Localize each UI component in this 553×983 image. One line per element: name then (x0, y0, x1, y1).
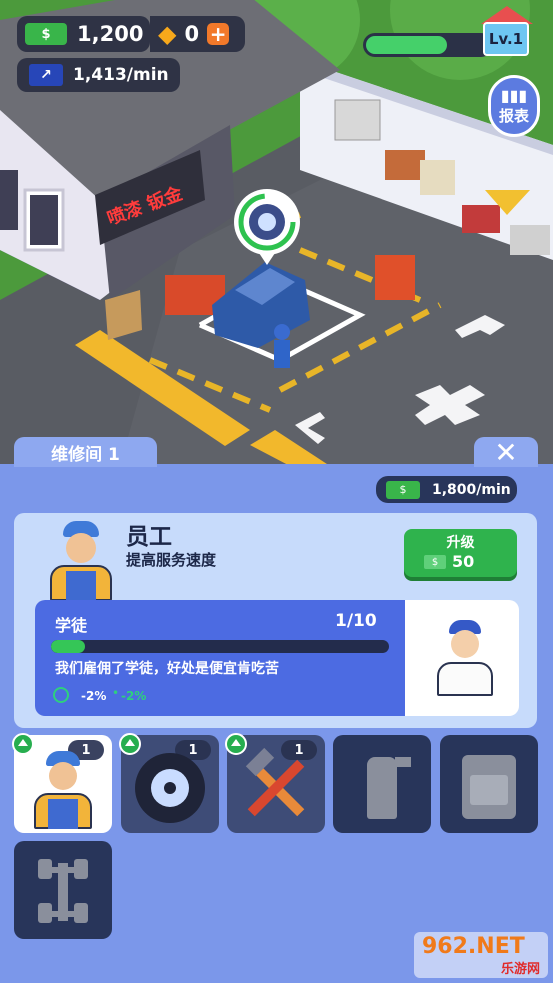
spray-can-icon (367, 757, 397, 819)
income-rate-value: 1,413/min (73, 65, 169, 85)
level-badge[interactable]: Lv.1 (477, 6, 535, 58)
close-icon: ✕ (494, 435, 518, 469)
stat-cost: -2% (121, 689, 147, 703)
stat-speed: -2% (81, 689, 107, 703)
mechanic-character (274, 324, 290, 368)
bay-income-value: 1,800/min (432, 481, 511, 498)
category-title: 员工 (126, 524, 172, 550)
level-label: Lv.1 (488, 30, 524, 48)
stat-bullet-icon: • (112, 686, 120, 700)
slot-oil-can[interactable] (440, 735, 538, 833)
gem-icon: ◆ (158, 20, 177, 48)
level-progress-fill (366, 36, 447, 54)
category-card: 员工 提高服务速度 升级 $ 50 学徒 1/10 我们雇佣了学徒，好处是便宜肯… (14, 513, 537, 728)
tab-repair-bay[interactable]: 维修间 1 (14, 437, 157, 467)
tab-title: 维修间 1 (51, 444, 120, 465)
chassis-icon (38, 855, 88, 927)
tire-icon (135, 753, 205, 823)
trend-chart-icon: ↗ (29, 64, 63, 86)
report-button[interactable]: ▮▮▮ 报表 (488, 75, 540, 137)
cash-icon: $ (386, 480, 420, 499)
upgrade-button[interactable]: 升级 $ 50 (404, 529, 517, 577)
watermark-caption: 乐游网 (500, 962, 540, 977)
upgrade-cost: 50 (452, 552, 475, 571)
slot-worker[interactable]: 1 (12, 733, 112, 833)
worker-progress-text: 1/10 (335, 611, 377, 631)
worker-detail-card: 学徒 1/10 我们雇佣了学徒，好处是便宜肯吃苦 -2% • -2% (35, 600, 519, 716)
cash-value: 1,200 (77, 22, 144, 46)
category-subtitle: 提高服务速度 (126, 551, 217, 569)
oil-can-icon (462, 755, 516, 819)
income-display: ↗ 1,413/min (17, 58, 180, 92)
worker-avatar (46, 521, 116, 601)
garage-scene[interactable]: 喷漆 钣金 $ 1,200 ◆ 0 + ↗ 1,413/min Lv.1 ▮▮▮… (0, 0, 553, 466)
worker-progress-fill (51, 640, 85, 653)
apprentice-portrait (435, 620, 495, 696)
upgrade-available-icon (12, 733, 34, 755)
gem-value: 0 (184, 22, 200, 46)
slot-spray-can[interactable] (333, 735, 431, 833)
upgrade-available-icon (119, 733, 141, 755)
worker-rank: 学徒 (55, 616, 88, 635)
watermark-site: 962.NET (422, 934, 525, 959)
watermark-logo: 962.NET 乐游网 (414, 932, 548, 978)
worker-description: 我们雇佣了学徒，好处是便宜肯吃苦 (55, 661, 279, 677)
slot-chassis[interactable] (14, 841, 112, 939)
hammer-wrench-icon (241, 747, 311, 823)
clock-icon (53, 687, 69, 703)
bar-chart-icon: ▮▮▮ (500, 86, 528, 105)
cash-icon: $ (424, 555, 446, 569)
cash-icon: $ (25, 23, 67, 45)
slot-tire[interactable]: 1 (119, 733, 219, 833)
worker-progress-bar (51, 640, 389, 653)
worker-icon (32, 751, 94, 829)
gem-display: ◆ 0 + (150, 16, 245, 52)
bay-income-display: $ 1,800/min (376, 476, 517, 503)
cash-display: $ 1,200 (17, 16, 150, 52)
close-button[interactable]: ✕ (474, 435, 538, 469)
level-progress-bar (363, 33, 493, 57)
add-gems-button[interactable]: + (207, 22, 230, 46)
report-label: 报表 (498, 107, 529, 125)
slot-tools[interactable]: 1 (225, 733, 325, 833)
upgrade-label: 升级 (446, 535, 475, 551)
